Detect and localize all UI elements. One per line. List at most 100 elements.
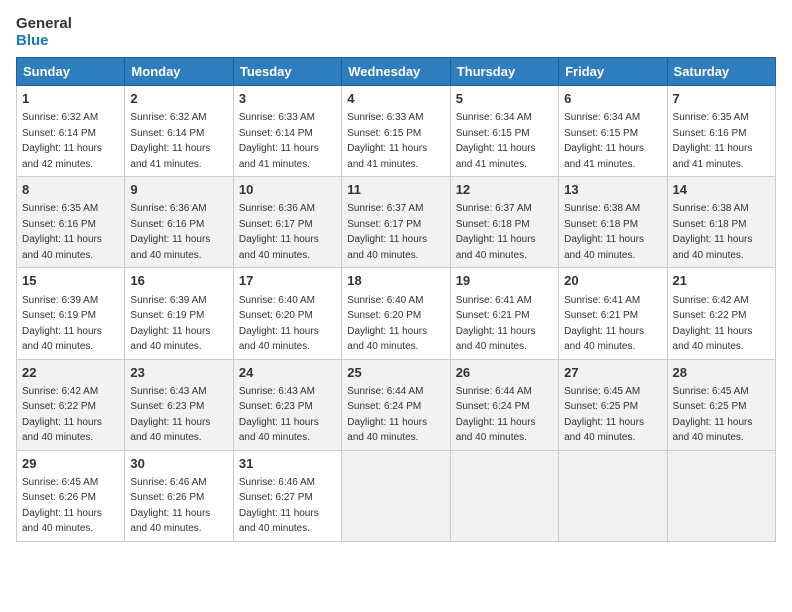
day-info: Sunrise: 6:38 AMSunset: 6:18 PMDaylight:… [564,203,644,261]
day-info: Sunrise: 6:43 AMSunset: 6:23 PMDaylight:… [239,386,319,444]
calendar-cell: 28 Sunrise: 6:45 AMSunset: 6:25 PMDaylig… [667,359,775,450]
day-info: Sunrise: 6:32 AMSunset: 6:14 PMDaylight:… [130,112,210,170]
day-number: 17 [239,272,336,290]
day-number: 6 [564,90,661,108]
day-info: Sunrise: 6:42 AMSunset: 6:22 PMDaylight:… [22,386,102,444]
calendar-cell: 21 Sunrise: 6:42 AMSunset: 6:22 PMDaylig… [667,268,775,359]
calendar-row: 1 Sunrise: 6:32 AMSunset: 6:14 PMDayligh… [17,86,776,177]
day-info: Sunrise: 6:39 AMSunset: 6:19 PMDaylight:… [22,295,102,353]
calendar-cell: 25 Sunrise: 6:44 AMSunset: 6:24 PMDaylig… [342,359,450,450]
day-info: Sunrise: 6:36 AMSunset: 6:17 PMDaylight:… [239,203,319,261]
day-info: Sunrise: 6:42 AMSunset: 6:22 PMDaylight:… [673,295,753,353]
day-number: 12 [456,181,553,199]
day-info: Sunrise: 6:44 AMSunset: 6:24 PMDaylight:… [347,386,427,444]
calendar-cell: 30 Sunrise: 6:46 AMSunset: 6:26 PMDaylig… [125,450,233,541]
day-info: Sunrise: 6:40 AMSunset: 6:20 PMDaylight:… [239,295,319,353]
day-info: Sunrise: 6:33 AMSunset: 6:15 PMDaylight:… [347,112,427,170]
day-info: Sunrise: 6:37 AMSunset: 6:18 PMDaylight:… [456,203,536,261]
calendar-cell: 10 Sunrise: 6:36 AMSunset: 6:17 PMDaylig… [233,177,341,268]
day-number: 9 [130,181,227,199]
calendar-cell [559,450,667,541]
day-info: Sunrise: 6:39 AMSunset: 6:19 PMDaylight:… [130,295,210,353]
day-number: 24 [239,364,336,382]
weekday-header-tuesday: Tuesday [233,58,341,86]
day-number: 14 [673,181,770,199]
calendar-cell: 17 Sunrise: 6:40 AMSunset: 6:20 PMDaylig… [233,268,341,359]
day-info: Sunrise: 6:32 AMSunset: 6:14 PMDaylight:… [22,112,102,170]
day-info: Sunrise: 6:38 AMSunset: 6:18 PMDaylight:… [673,203,753,261]
day-info: Sunrise: 6:40 AMSunset: 6:20 PMDaylight:… [347,295,427,353]
calendar-header-row: SundayMondayTuesdayWednesdayThursdayFrid… [17,58,776,86]
weekday-header-monday: Monday [125,58,233,86]
calendar-cell: 24 Sunrise: 6:43 AMSunset: 6:23 PMDaylig… [233,359,341,450]
day-number: 7 [673,90,770,108]
calendar-cell: 6 Sunrise: 6:34 AMSunset: 6:15 PMDayligh… [559,86,667,177]
day-info: Sunrise: 6:41 AMSunset: 6:21 PMDaylight:… [456,295,536,353]
day-info: Sunrise: 6:35 AMSunset: 6:16 PMDaylight:… [673,112,753,170]
calendar-cell: 14 Sunrise: 6:38 AMSunset: 6:18 PMDaylig… [667,177,775,268]
day-number: 27 [564,364,661,382]
calendar-cell: 20 Sunrise: 6:41 AMSunset: 6:21 PMDaylig… [559,268,667,359]
calendar-cell: 2 Sunrise: 6:32 AMSunset: 6:14 PMDayligh… [125,86,233,177]
logo-blue-text: Blue [16,33,72,50]
calendar-cell: 13 Sunrise: 6:38 AMSunset: 6:18 PMDaylig… [559,177,667,268]
day-number: 15 [22,272,119,290]
day-number: 26 [456,364,553,382]
day-number: 11 [347,181,444,199]
calendar-row: 22 Sunrise: 6:42 AMSunset: 6:22 PMDaylig… [17,359,776,450]
day-number: 16 [130,272,227,290]
day-number: 28 [673,364,770,382]
day-info: Sunrise: 6:37 AMSunset: 6:17 PMDaylight:… [347,203,427,261]
day-number: 4 [347,90,444,108]
calendar-cell: 12 Sunrise: 6:37 AMSunset: 6:18 PMDaylig… [450,177,558,268]
weekday-header-friday: Friday [559,58,667,86]
day-number: 23 [130,364,227,382]
calendar-row: 29 Sunrise: 6:45 AMSunset: 6:26 PMDaylig… [17,450,776,541]
page-header: General Blue General Blue [16,16,776,49]
day-number: 25 [347,364,444,382]
day-info: Sunrise: 6:45 AMSunset: 6:26 PMDaylight:… [22,477,102,535]
calendar-cell: 31 Sunrise: 6:46 AMSunset: 6:27 PMDaylig… [233,450,341,541]
day-info: Sunrise: 6:43 AMSunset: 6:23 PMDaylight:… [130,386,210,444]
calendar-cell: 15 Sunrise: 6:39 AMSunset: 6:19 PMDaylig… [17,268,125,359]
calendar-cell: 1 Sunrise: 6:32 AMSunset: 6:14 PMDayligh… [17,86,125,177]
calendar-cell: 4 Sunrise: 6:33 AMSunset: 6:15 PMDayligh… [342,86,450,177]
calendar-cell: 27 Sunrise: 6:45 AMSunset: 6:25 PMDaylig… [559,359,667,450]
calendar-cell: 11 Sunrise: 6:37 AMSunset: 6:17 PMDaylig… [342,177,450,268]
day-info: Sunrise: 6:41 AMSunset: 6:21 PMDaylight:… [564,295,644,353]
day-number: 5 [456,90,553,108]
calendar-cell: 9 Sunrise: 6:36 AMSunset: 6:16 PMDayligh… [125,177,233,268]
day-info: Sunrise: 6:46 AMSunset: 6:26 PMDaylight:… [130,477,210,535]
day-number: 22 [22,364,119,382]
calendar-cell: 5 Sunrise: 6:34 AMSunset: 6:15 PMDayligh… [450,86,558,177]
calendar-row: 8 Sunrise: 6:35 AMSunset: 6:16 PMDayligh… [17,177,776,268]
day-number: 20 [564,272,661,290]
calendar-cell: 18 Sunrise: 6:40 AMSunset: 6:20 PMDaylig… [342,268,450,359]
calendar-cell [342,450,450,541]
day-info: Sunrise: 6:33 AMSunset: 6:14 PMDaylight:… [239,112,319,170]
day-info: Sunrise: 6:34 AMSunset: 6:15 PMDaylight:… [564,112,644,170]
logo-general-text: General [16,16,72,33]
calendar-table: SundayMondayTuesdayWednesdayThursdayFrid… [16,57,776,542]
calendar-cell: 7 Sunrise: 6:35 AMSunset: 6:16 PMDayligh… [667,86,775,177]
calendar-cell: 19 Sunrise: 6:41 AMSunset: 6:21 PMDaylig… [450,268,558,359]
weekday-header-saturday: Saturday [667,58,775,86]
day-info: Sunrise: 6:45 AMSunset: 6:25 PMDaylight:… [673,386,753,444]
calendar-cell: 26 Sunrise: 6:44 AMSunset: 6:24 PMDaylig… [450,359,558,450]
weekday-header-wednesday: Wednesday [342,58,450,86]
calendar-cell: 8 Sunrise: 6:35 AMSunset: 6:16 PMDayligh… [17,177,125,268]
calendar-cell: 29 Sunrise: 6:45 AMSunset: 6:26 PMDaylig… [17,450,125,541]
day-number: 21 [673,272,770,290]
calendar-cell [667,450,775,541]
day-number: 31 [239,455,336,473]
weekday-header-thursday: Thursday [450,58,558,86]
day-number: 30 [130,455,227,473]
calendar-row: 15 Sunrise: 6:39 AMSunset: 6:19 PMDaylig… [17,268,776,359]
day-number: 13 [564,181,661,199]
day-number: 29 [22,455,119,473]
day-info: Sunrise: 6:45 AMSunset: 6:25 PMDaylight:… [564,386,644,444]
day-number: 18 [347,272,444,290]
calendar-cell: 23 Sunrise: 6:43 AMSunset: 6:23 PMDaylig… [125,359,233,450]
day-info: Sunrise: 6:44 AMSunset: 6:24 PMDaylight:… [456,386,536,444]
logo: General Blue General Blue [16,16,72,49]
